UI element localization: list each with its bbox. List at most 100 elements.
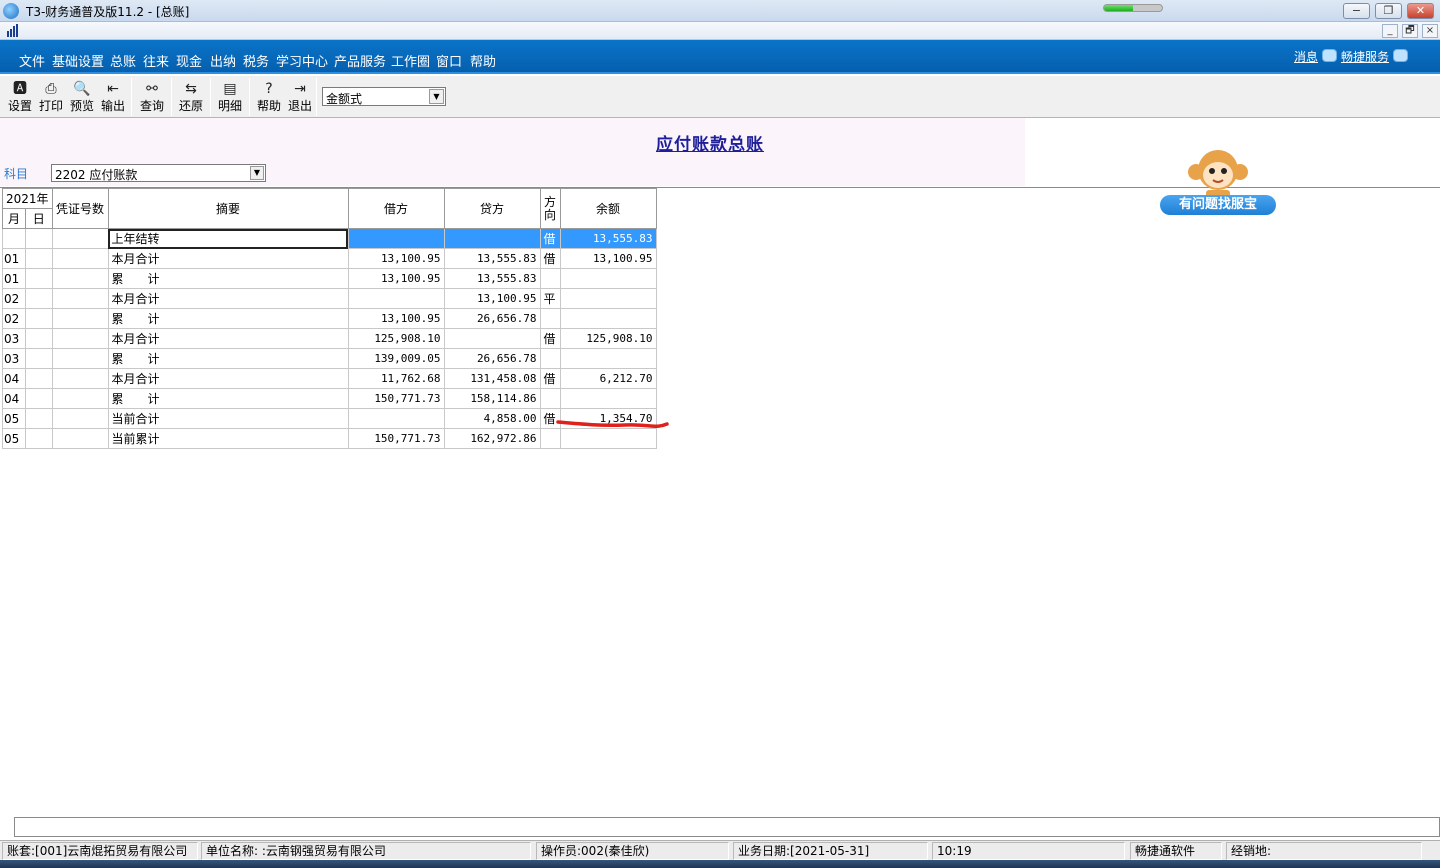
cell-voucher[interactable] xyxy=(51,268,109,289)
table-row[interactable]: 04 本月合计 11,762.68 131,458.08 借 6,212.70 xyxy=(1,368,657,389)
menu-basic-settings[interactable]: 基础设置 xyxy=(52,51,104,70)
cell-direction[interactable]: 借 xyxy=(539,248,561,269)
cell-summary[interactable]: 累 计 xyxy=(107,308,349,329)
cell-month[interactable]: 01 xyxy=(1,268,27,289)
cell-month[interactable] xyxy=(1,228,27,249)
service-chat-icon[interactable] xyxy=(1393,49,1408,62)
menu-general-ledger[interactable]: 总账 xyxy=(110,51,136,70)
menu-work-circle[interactable]: 工作圈 xyxy=(391,51,430,70)
chevron-down-icon[interactable]: ▼ xyxy=(429,89,444,104)
cell-debit[interactable] xyxy=(347,228,445,249)
cell-credit[interactable]: 26,656.78 xyxy=(443,348,541,369)
cell-voucher[interactable] xyxy=(51,348,109,369)
preview-button[interactable]: 🔍 预览 xyxy=(68,79,96,115)
cell-direction[interactable] xyxy=(539,348,561,369)
help-button[interactable]: ? 帮助 xyxy=(255,79,283,115)
cell-balance[interactable] xyxy=(559,308,657,329)
detail-button[interactable]: ▤ 明细 xyxy=(216,79,244,115)
cell-month[interactable]: 05 xyxy=(1,428,27,449)
cell-month[interactable]: 04 xyxy=(1,388,27,409)
cell-direction[interactable]: 平 xyxy=(539,288,561,309)
menu-window[interactable]: 窗口 xyxy=(436,51,462,70)
cell-month[interactable]: 03 xyxy=(1,328,27,349)
cell-credit[interactable]: 13,555.83 xyxy=(443,248,541,269)
mdi-minimize-button[interactable]: _ xyxy=(1382,24,1398,38)
table-row[interactable]: 02 本月合计 13,100.95 平 xyxy=(1,288,657,309)
cell-credit[interactable]: 13,100.95 xyxy=(443,288,541,309)
cell-summary[interactable]: 本月合计 xyxy=(107,248,349,269)
cell-balance[interactable] xyxy=(559,388,657,409)
chevron-down-icon[interactable]: ▼ xyxy=(250,166,264,180)
cell-debit[interactable]: 13,100.95 xyxy=(347,268,445,289)
cell-credit[interactable]: 162,972.86 xyxy=(443,428,541,449)
cell-balance[interactable] xyxy=(559,268,657,289)
messages-link[interactable]: 消息 xyxy=(1294,48,1318,65)
menu-tax[interactable]: 税务 xyxy=(243,51,269,70)
cell-voucher[interactable] xyxy=(51,428,109,449)
query-button[interactable]: ⚯ 查询 xyxy=(138,79,166,115)
cell-summary[interactable]: 当前合计 xyxy=(107,408,349,429)
cell-balance[interactable]: 6,212.70 xyxy=(559,368,657,389)
cell-debit[interactable] xyxy=(347,408,445,429)
close-button[interactable]: ✕ xyxy=(1407,3,1434,19)
cell-voucher[interactable] xyxy=(51,308,109,329)
cell-day[interactable] xyxy=(25,268,53,289)
cell-day[interactable] xyxy=(25,288,53,309)
menu-file[interactable]: 文件 xyxy=(19,51,45,70)
menu-transactions[interactable]: 往来 xyxy=(143,51,169,70)
cell-debit[interactable]: 150,771.73 xyxy=(347,388,445,409)
cell-summary[interactable]: 当前累计 xyxy=(107,428,349,449)
export-button[interactable]: ⇤ 输出 xyxy=(99,79,127,115)
cell-day[interactable] xyxy=(25,228,53,249)
cell-debit[interactable]: 125,908.10 xyxy=(347,328,445,349)
cell-summary[interactable]: 本月合计 xyxy=(107,328,349,349)
help-mascot-label[interactable]: 有问题找服宝 xyxy=(1160,195,1276,215)
cell-month[interactable]: 04 xyxy=(1,368,27,389)
cell-balance[interactable]: 125,908.10 xyxy=(559,328,657,349)
cell-balance[interactable] xyxy=(559,288,657,309)
exit-button[interactable]: ⇥ 退出 xyxy=(286,79,314,115)
cell-voucher[interactable] xyxy=(51,368,109,389)
mdi-close-button[interactable]: × xyxy=(1422,24,1438,38)
cell-month[interactable]: 02 xyxy=(1,308,27,329)
cell-month[interactable]: 02 xyxy=(1,288,27,309)
service-link[interactable]: 畅捷服务 xyxy=(1341,48,1389,65)
cell-direction[interactable]: 借 xyxy=(539,328,561,349)
cell-direction[interactable] xyxy=(539,388,561,409)
cell-credit[interactable] xyxy=(443,228,541,249)
cell-day[interactable] xyxy=(25,248,53,269)
cell-day[interactable] xyxy=(25,368,53,389)
cell-day[interactable] xyxy=(25,428,53,449)
cell-summary[interactable]: 累 计 xyxy=(107,388,349,409)
menu-cashier[interactable]: 出纳 xyxy=(210,51,236,70)
subject-select[interactable]: 2202 应付账款 ▼ xyxy=(51,164,266,182)
cell-voucher[interactable] xyxy=(51,388,109,409)
cell-day[interactable] xyxy=(25,328,53,349)
cell-debit[interactable]: 13,100.95 xyxy=(347,248,445,269)
table-row[interactable]: 02 累 计 13,100.95 26,656.78 xyxy=(1,308,657,329)
settings-button[interactable]: 🅰 设置 xyxy=(6,79,34,115)
cell-summary[interactable]: 累 计 xyxy=(107,268,349,289)
cell-voucher[interactable] xyxy=(51,248,109,269)
table-row[interactable]: 01 本月合计 13,100.95 13,555.83 借 13,100.95 xyxy=(1,248,657,269)
menu-product-service[interactable]: 产品服务 xyxy=(334,51,386,70)
cell-credit[interactable] xyxy=(443,328,541,349)
table-row[interactable]: 上年结转 借 13,555.83 xyxy=(1,228,657,249)
cell-debit[interactable]: 11,762.68 xyxy=(347,368,445,389)
table-row[interactable]: 03 本月合计 125,908.10 借 125,908.10 xyxy=(1,328,657,349)
cell-balance[interactable]: 13,100.95 xyxy=(559,248,657,269)
cell-direction[interactable] xyxy=(539,308,561,329)
cell-summary[interactable]: 累 计 xyxy=(107,348,349,369)
mdi-restore-button[interactable]: 🗗 xyxy=(1402,24,1418,38)
cell-day[interactable] xyxy=(25,308,53,329)
cell-summary[interactable]: 本月合计 xyxy=(107,368,349,389)
table-row[interactable]: 04 累 计 150,771.73 158,114.86 xyxy=(1,388,657,409)
cell-credit[interactable]: 13,555.83 xyxy=(443,268,541,289)
print-button[interactable]: ⎙ 打印 xyxy=(37,79,65,115)
cell-voucher[interactable] xyxy=(51,288,109,309)
restore-view-button[interactable]: ⇆ 还原 xyxy=(177,79,205,115)
cell-credit[interactable]: 26,656.78 xyxy=(443,308,541,329)
cell-day[interactable] xyxy=(25,348,53,369)
table-row[interactable]: 01 累 计 13,100.95 13,555.83 xyxy=(1,268,657,289)
cell-balance[interactable] xyxy=(559,348,657,369)
